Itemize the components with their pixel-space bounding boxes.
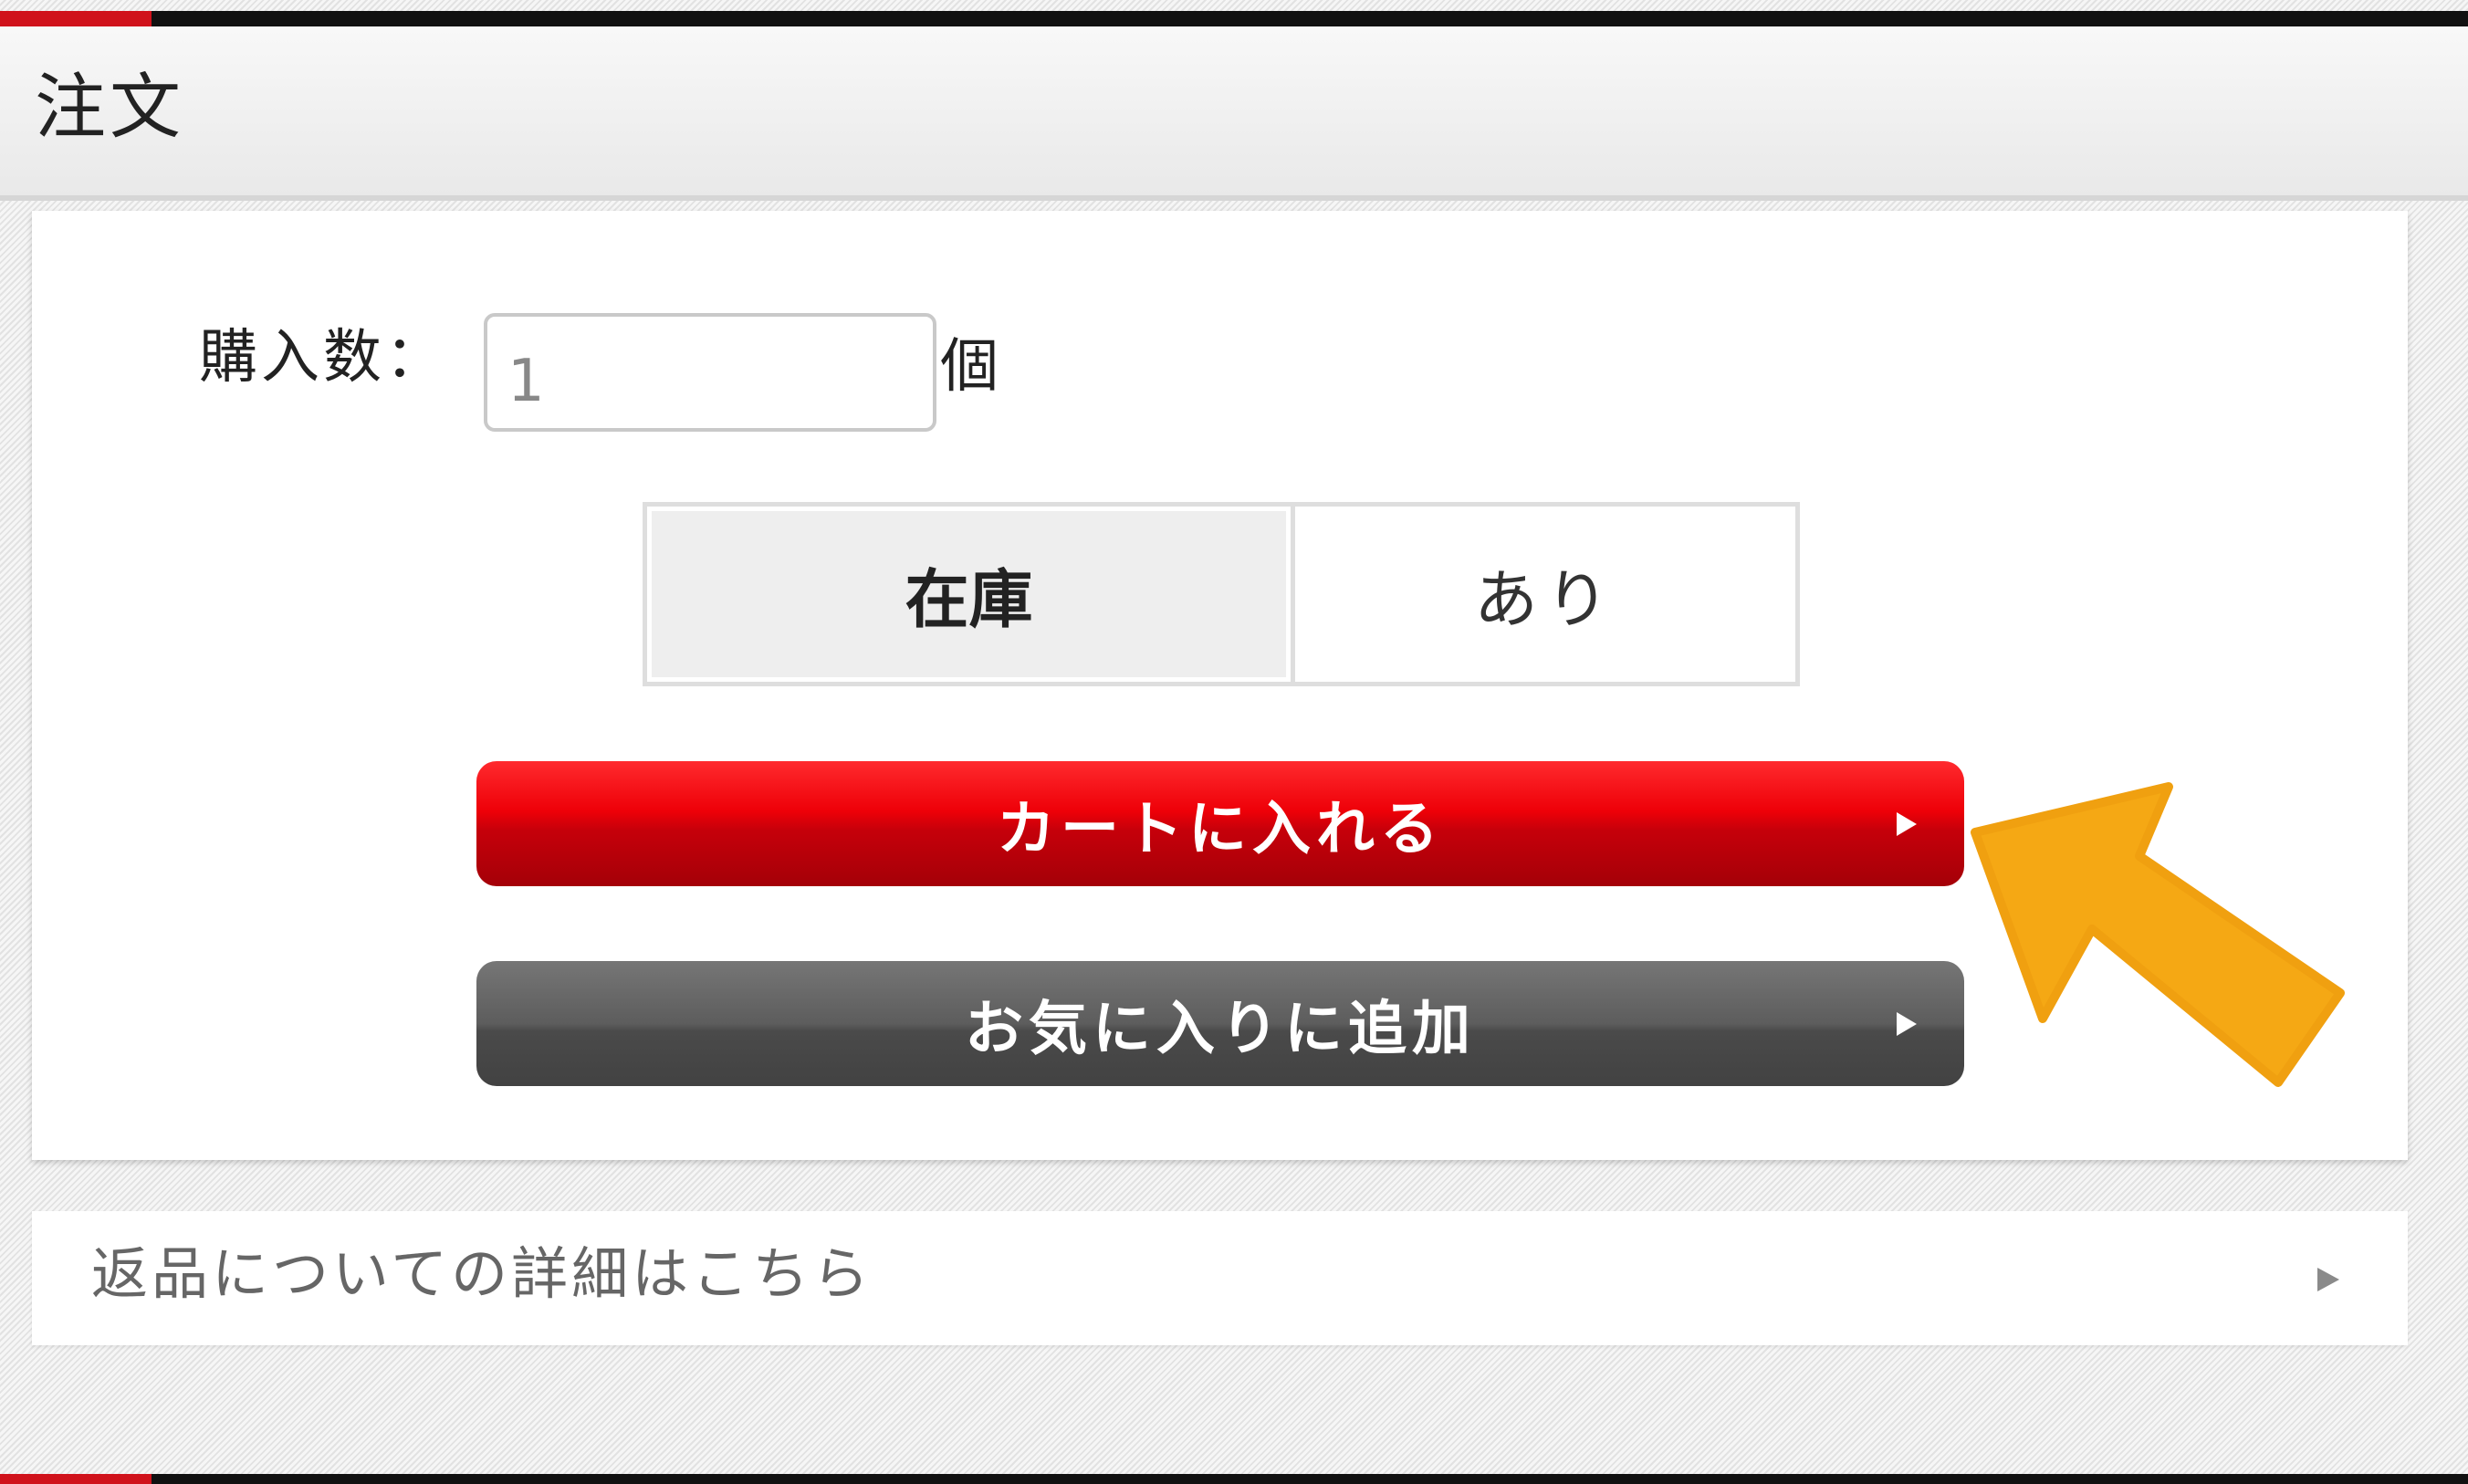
chevron-right-icon: [2317, 1268, 2339, 1291]
top-bar-accent: [0, 11, 152, 26]
add-to-cart-label: カートに入れる: [997, 795, 1444, 863]
top-bar: [0, 11, 2468, 26]
section-header: 注文: [0, 26, 2468, 201]
add-to-cart-button[interactable]: カートに入れる: [476, 761, 1964, 886]
stock-value: あり: [1295, 507, 1795, 682]
orange-pointer-arrow-icon: [1971, 782, 2345, 1087]
play-triangle-icon: [1897, 811, 1917, 836]
returns-link-label: 返品についての詳細はこちら: [91, 1240, 873, 1307]
add-to-favorites-label: お気に入りに追加: [965, 995, 1476, 1063]
quantity-label: 購入数：: [199, 324, 447, 392]
bottom-bar: [0, 1474, 2468, 1484]
quantity-unit: 個: [940, 333, 999, 401]
section-title: 注文: [35, 67, 185, 149]
stock-key: 在庫: [647, 507, 1291, 682]
quantity-input[interactable]: [484, 313, 936, 432]
play-triangle-icon: [1897, 1011, 1917, 1036]
bottom-bar-accent: [0, 1474, 152, 1484]
returns-link[interactable]: 返品についての詳細はこちら: [32, 1211, 2408, 1345]
add-to-favorites-button[interactable]: お気に入りに追加: [476, 961, 1964, 1086]
stock-table: 在庫 あり: [643, 502, 1800, 686]
